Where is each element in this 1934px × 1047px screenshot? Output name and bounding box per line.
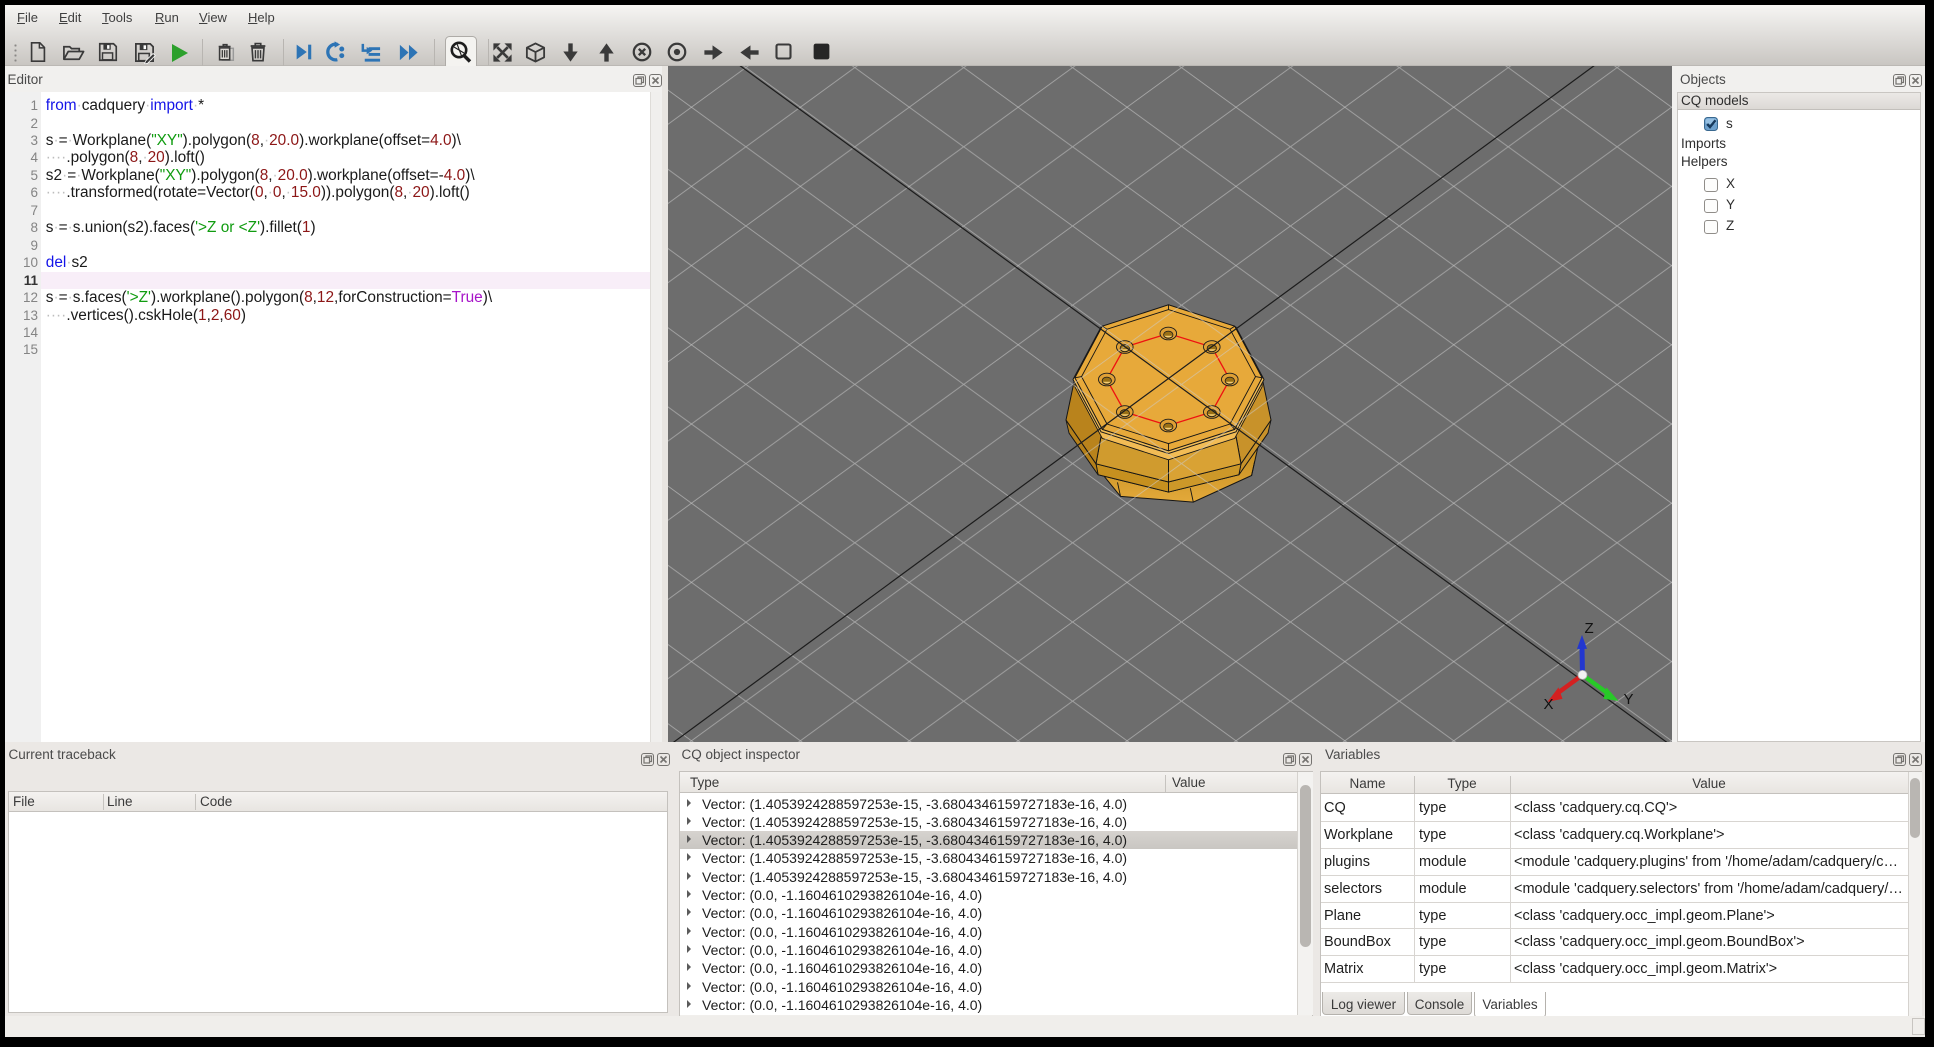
svg-text:Y: Y [1624,691,1634,708]
svg-text:X: X [1544,696,1554,713]
svg-text:Z: Z [1585,620,1594,637]
